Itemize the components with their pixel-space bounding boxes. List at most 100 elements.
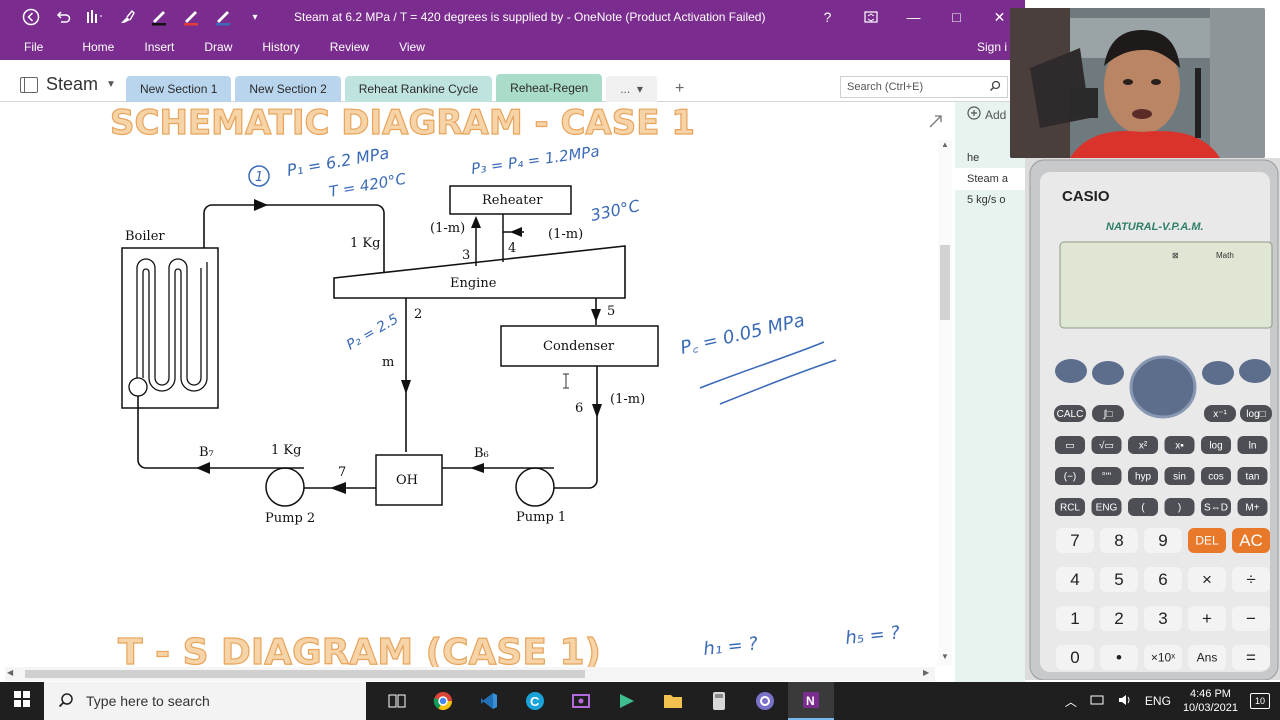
section-tab-new-section-1[interactable]: New Section 1	[126, 76, 232, 102]
file-explorer-icon[interactable]	[650, 682, 696, 720]
chevron-up-icon[interactable]: ︿	[1065, 693, 1077, 710]
state-2-label: 2	[414, 307, 422, 322]
horizontal-scrollbar[interactable]: ◀ ▶	[5, 667, 935, 681]
section-more-button[interactable]: ... ▾	[606, 76, 657, 102]
highlighter-icon[interactable]	[116, 6, 138, 28]
calc-display	[1059, 241, 1273, 329]
add-section-button[interactable]: +	[661, 76, 698, 102]
calc-key-label: °'"	[1102, 471, 1112, 482]
pen-black-icon[interactable]	[148, 6, 170, 28]
app-c-icon[interactable]: C	[512, 682, 558, 720]
tab-home[interactable]: Home	[67, 40, 129, 54]
calc-key-label: log	[1209, 440, 1222, 451]
screen-recorder-icon[interactable]	[558, 682, 604, 720]
horizontal-scroll-thumb[interactable]	[25, 670, 585, 678]
state-1-number: 1	[255, 170, 263, 185]
section-tabs: New Section 1 New Section 2 Reheat Ranki…	[126, 74, 698, 102]
calc-key-label: =	[1246, 648, 1256, 667]
page-item-selected[interactable]: Steam a	[955, 168, 1025, 190]
text-cursor-icon	[563, 373, 569, 389]
start-button[interactable]	[0, 682, 44, 720]
tab-draw[interactable]: Draw	[189, 40, 247, 54]
pen-red-icon[interactable]	[180, 6, 202, 28]
section-tab-reheat-regen[interactable]: Reheat-Regen	[496, 74, 603, 102]
system-tray: ︿ ENG 4:46 PM 10/03/2021 10	[1065, 687, 1280, 715]
fullscreen-icon[interactable]	[849, 6, 892, 28]
customize-toolbar-icon[interactable]: ▾	[244, 6, 266, 28]
calc-mode-key[interactable]	[1202, 361, 1234, 385]
section-tab-new-section-2[interactable]: New Section 2	[235, 76, 341, 102]
search-input[interactable]: Search (Ctrl+E)	[840, 76, 1008, 98]
calc-key-label: tan	[1246, 471, 1260, 482]
scroll-up-icon[interactable]: ▲	[941, 140, 949, 149]
undo-icon[interactable]	[52, 6, 74, 28]
scroll-right-icon[interactable]: ▶	[923, 668, 929, 677]
network-icon[interactable]	[1089, 693, 1105, 710]
tab-view[interactable]: View	[384, 40, 440, 54]
ribbon-tabs: File Home Insert Draw History Review Vie…	[0, 34, 1025, 60]
expand-icon[interactable]	[929, 115, 942, 128]
vertical-scroll-thumb[interactable]	[940, 245, 950, 320]
help-button[interactable]: ?	[806, 6, 849, 28]
title-bar: ▾ Steam at 6.2 MPa / T = 420 degrees is …	[0, 0, 1025, 34]
calc-key-label: AC	[1239, 531, 1263, 550]
vscode-icon[interactable]	[466, 682, 512, 720]
calc-key-label: RCL	[1060, 502, 1080, 513]
scroll-left-icon[interactable]: ◀	[7, 668, 13, 677]
extraction-mass-label: m	[382, 355, 394, 370]
calc-alpha-key[interactable]	[1092, 361, 1124, 385]
add-page-label: Add	[985, 107, 1007, 122]
calc-key-label: 5	[1114, 570, 1123, 589]
task-view-icon[interactable]	[374, 682, 420, 720]
tab-file[interactable]: File	[0, 40, 67, 54]
calc-key-label: cos	[1208, 471, 1224, 482]
clock-date: 10/03/2021	[1182, 702, 1238, 714]
calc-display-mode: Math	[1216, 251, 1234, 260]
calculator-app-icon[interactable]	[696, 682, 742, 720]
chrome-icon[interactable]	[420, 682, 466, 720]
vertical-scrollbar[interactable]: ▲ ▼	[938, 140, 952, 665]
onenote-taskbar-icon[interactable]: N	[788, 682, 834, 720]
calc-on-key[interactable]	[1239, 359, 1271, 383]
ts-diagram-heading: T - S DIAGRAM (CASE 1)	[118, 632, 601, 667]
pump-1	[515, 467, 555, 507]
section-tab-reheat-rankine[interactable]: Reheat Rankine Cycle	[344, 76, 493, 102]
back-icon[interactable]	[20, 6, 42, 28]
calc-key-label: x⁻¹	[1213, 409, 1227, 420]
feed-mass-label: 1 Kg	[271, 443, 301, 458]
editor-icon[interactable]	[604, 682, 650, 720]
tab-history[interactable]: History	[247, 40, 314, 54]
page-item[interactable]: 5 kg/s o	[955, 189, 1025, 211]
clock[interactable]: 4:46 PM 10/03/2021	[1183, 687, 1238, 715]
clock-time: 4:46 PM	[1189, 688, 1231, 700]
minimize-button[interactable]: —	[892, 6, 935, 28]
calc-key-label: 9	[1158, 531, 1167, 550]
section-more-label: ...	[620, 82, 631, 96]
pen-blue-icon[interactable]	[212, 6, 234, 28]
calc-key-label: CALC	[1057, 409, 1084, 420]
reheat-flow-right: (1-m)	[548, 227, 583, 242]
calc-key-label: 6	[1158, 570, 1167, 589]
maximize-button[interactable]: □	[935, 6, 978, 28]
calc-key-label: −	[1246, 609, 1256, 628]
calc-key-label: 3	[1158, 609, 1167, 628]
pump-2-label: Pump 2	[265, 511, 315, 526]
calc-shift-key[interactable]	[1055, 359, 1087, 383]
language-indicator[interactable]: ENG	[1145, 694, 1171, 708]
scroll-down-icon[interactable]: ▼	[941, 652, 949, 661]
pump-1-label: Pump 1	[516, 510, 566, 525]
note-canvas[interactable]: SCHEMATIC DIAGRAM - CASE 1 Boiler 1 Kg E…	[0, 102, 955, 667]
notebook-selector[interactable]: Steam ▼	[20, 74, 116, 95]
calc-replay-pad[interactable]	[1129, 355, 1197, 419]
add-page-button[interactable]: Add	[967, 106, 1006, 123]
obs-icon[interactable]	[742, 682, 788, 720]
pump-2	[265, 467, 305, 507]
pen-toolbar-icon[interactable]	[84, 6, 106, 28]
tab-insert[interactable]: Insert	[129, 40, 189, 54]
volume-icon[interactable]	[1117, 693, 1133, 710]
tab-review[interactable]: Review	[315, 40, 384, 54]
taskbar-search[interactable]: Type here to search	[44, 682, 366, 720]
notification-center-button[interactable]: 10	[1250, 693, 1270, 709]
window-controls: ? — □ ✕	[806, 6, 1025, 28]
calc-key-label: 8	[1114, 531, 1123, 550]
